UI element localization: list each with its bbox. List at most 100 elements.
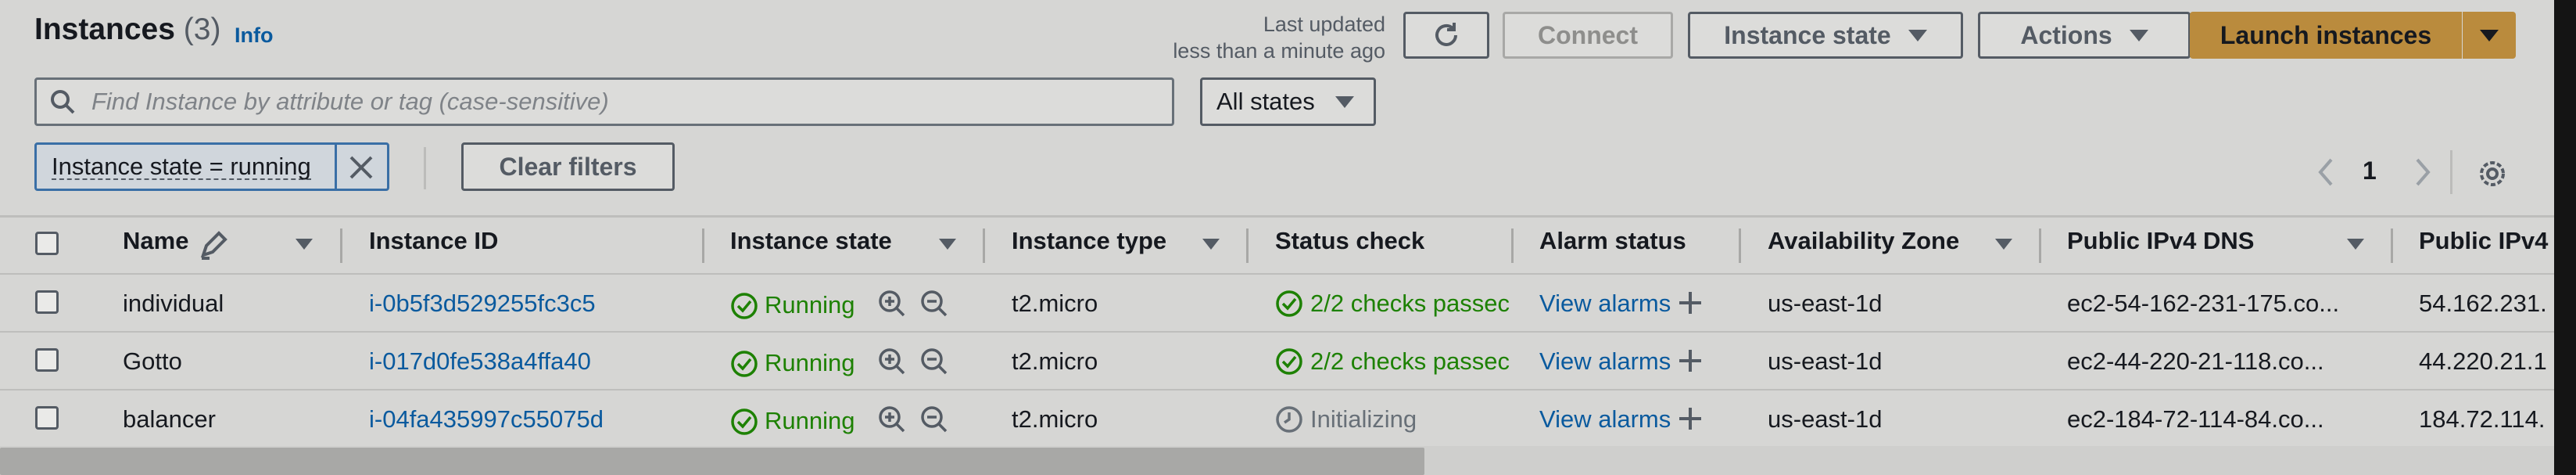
zoom-out-icon[interactable]: [919, 347, 949, 376]
cell-public-dns: ec2-44-220-21-118.co...: [2067, 347, 2324, 375]
column-header-alarm-status[interactable]: Alarm status: [1539, 227, 1686, 255]
cell-public-dns: ec2-184-72-114-84.co...: [2067, 405, 2324, 433]
column-divider[interactable]: [983, 229, 985, 263]
zoom-in-icon[interactable]: [877, 347, 907, 376]
plus-icon[interactable]: [1676, 405, 1704, 433]
cell-instance-state: Running: [765, 349, 855, 376]
row-divider: [0, 273, 2576, 275]
sort-icon[interactable]: [1202, 239, 1220, 250]
sort-icon[interactable]: [296, 239, 313, 250]
edit-icon[interactable]: [197, 230, 228, 261]
sort-icon[interactable]: [939, 239, 956, 250]
launch-dropdown-button[interactable]: [2463, 12, 2516, 59]
view-alarms-link[interactable]: View alarms: [1539, 347, 1671, 376]
zoom-out-icon[interactable]: [919, 405, 949, 434]
close-icon[interactable]: [344, 150, 378, 185]
actions-button[interactable]: Actions: [1978, 12, 2191, 59]
window-edge: [2554, 0, 2576, 475]
page-number[interactable]: 1: [2363, 157, 2377, 185]
scrollbar-thumb[interactable]: [0, 448, 1424, 475]
refresh-icon: [1435, 23, 1457, 46]
check-circle-icon: [731, 293, 758, 319]
last-updated: Last updated less than a minute ago: [1134, 11, 1385, 64]
clock-icon: [1276, 406, 1302, 433]
column-divider[interactable]: [702, 229, 704, 263]
column-header-availability-zone[interactable]: Availability Zone: [1768, 227, 1959, 255]
column-header-public-ipv4-dns[interactable]: Public IPv4 DNS: [2067, 227, 2254, 255]
clear-filters-button[interactable]: Clear filters: [461, 142, 675, 191]
zoom-out-icon[interactable]: [919, 289, 949, 318]
check-circle-icon: [731, 351, 758, 377]
launch-label: Launch instances: [2220, 20, 2432, 49]
column-header-status-check[interactable]: Status check: [1275, 227, 1424, 255]
column-header-instance-id[interactable]: Instance ID: [369, 227, 498, 255]
column-header-public-ipv4[interactable]: Public IPv4: [2419, 227, 2552, 255]
caret-down-icon: [1335, 95, 1354, 108]
search-input[interactable]: Find Instance by attribute or tag (case-…: [34, 77, 1174, 126]
plus-icon[interactable]: [1676, 289, 1704, 317]
chevron-right-icon[interactable]: [2413, 157, 2433, 188]
select-all-checkbox[interactable]: [35, 232, 59, 255]
connect-label: Connect: [1538, 20, 1638, 49]
cell-name: individual: [123, 290, 224, 317]
cell-availability-zone: us-east-1d: [1768, 405, 1883, 433]
divider: [2450, 150, 2452, 194]
state-select-value: All states: [1216, 88, 1315, 115]
instance-state-button[interactable]: Instance state: [1688, 12, 1963, 59]
cell-status-check: 2/2 checks passec: [1310, 290, 1510, 317]
caret-down-icon: [2129, 29, 2148, 41]
cell-instance-id[interactable]: i-0b5f3d529255fc3c5: [369, 290, 596, 318]
gear-icon[interactable]: [2475, 157, 2510, 191]
sort-icon[interactable]: [2347, 239, 2364, 250]
table-border: [0, 215, 2576, 218]
last-updated-label: Last updated: [1263, 13, 1385, 36]
cell-public-ipv4: 44.220.21.1: [2419, 347, 2547, 375]
actions-label: Actions: [2020, 20, 2112, 49]
search-icon: [51, 90, 75, 114]
cell-instance-type: t2.micro: [1012, 405, 1098, 433]
plus-icon[interactable]: [1676, 347, 1704, 375]
chevron-left-icon[interactable]: [2316, 157, 2336, 188]
cell-availability-zone: us-east-1d: [1768, 290, 1883, 317]
refresh-button[interactable]: [1403, 12, 1489, 59]
cell-instance-type: t2.micro: [1012, 290, 1098, 317]
view-alarms-link[interactable]: View alarms: [1539, 405, 1671, 434]
launch-instances-button[interactable]: Launch instances: [2190, 12, 2462, 59]
state-select[interactable]: All states: [1200, 77, 1376, 126]
view-alarms-link[interactable]: View alarms: [1539, 290, 1671, 318]
cell-status-check: Initializing: [1310, 405, 1417, 433]
cell-status-check: 2/2 checks passec: [1310, 347, 1510, 375]
cell-availability-zone: us-east-1d: [1768, 347, 1883, 375]
column-divider[interactable]: [1511, 229, 1514, 263]
check-circle-icon: [731, 408, 758, 435]
column-divider[interactable]: [1739, 229, 1741, 263]
cell-name: balancer: [123, 405, 216, 433]
info-link[interactable]: Info: [235, 23, 273, 48]
column-divider[interactable]: [340, 229, 342, 263]
column-header-name[interactable]: Name: [123, 227, 188, 255]
row-divider: [0, 389, 2576, 390]
row-checkbox[interactable]: [35, 290, 59, 314]
column-divider[interactable]: [1246, 229, 1249, 263]
title-text: Instances: [34, 13, 175, 46]
filter-token-label[interactable]: Instance state = running: [52, 154, 311, 180]
sort-icon[interactable]: [1995, 239, 2012, 250]
cell-instance-id[interactable]: i-017d0fe538a4ffa40: [369, 347, 591, 376]
connect-button[interactable]: Connect: [1503, 12, 1673, 59]
caret-down-icon: [1908, 29, 1927, 41]
search-placeholder: Find Instance by attribute or tag (case-…: [91, 88, 609, 115]
column-divider[interactable]: [2039, 229, 2041, 263]
column-header-instance-type[interactable]: Instance type: [1012, 227, 1166, 255]
column-divider[interactable]: [2391, 229, 2393, 263]
cell-public-ipv4: 54.162.231.: [2419, 290, 2547, 317]
zoom-in-icon[interactable]: [877, 289, 907, 318]
cell-instance-id[interactable]: i-04fa435997c55075d: [369, 405, 604, 434]
cell-name: Gotto: [123, 347, 182, 375]
divider: [424, 147, 426, 189]
column-header-instance-state[interactable]: Instance state: [730, 227, 892, 255]
zoom-in-icon[interactable]: [877, 405, 907, 434]
row-checkbox[interactable]: [35, 406, 59, 430]
last-updated-value: less than a minute ago: [1173, 39, 1385, 63]
row-checkbox[interactable]: [35, 348, 59, 372]
page-title: Instances (3): [34, 13, 220, 47]
